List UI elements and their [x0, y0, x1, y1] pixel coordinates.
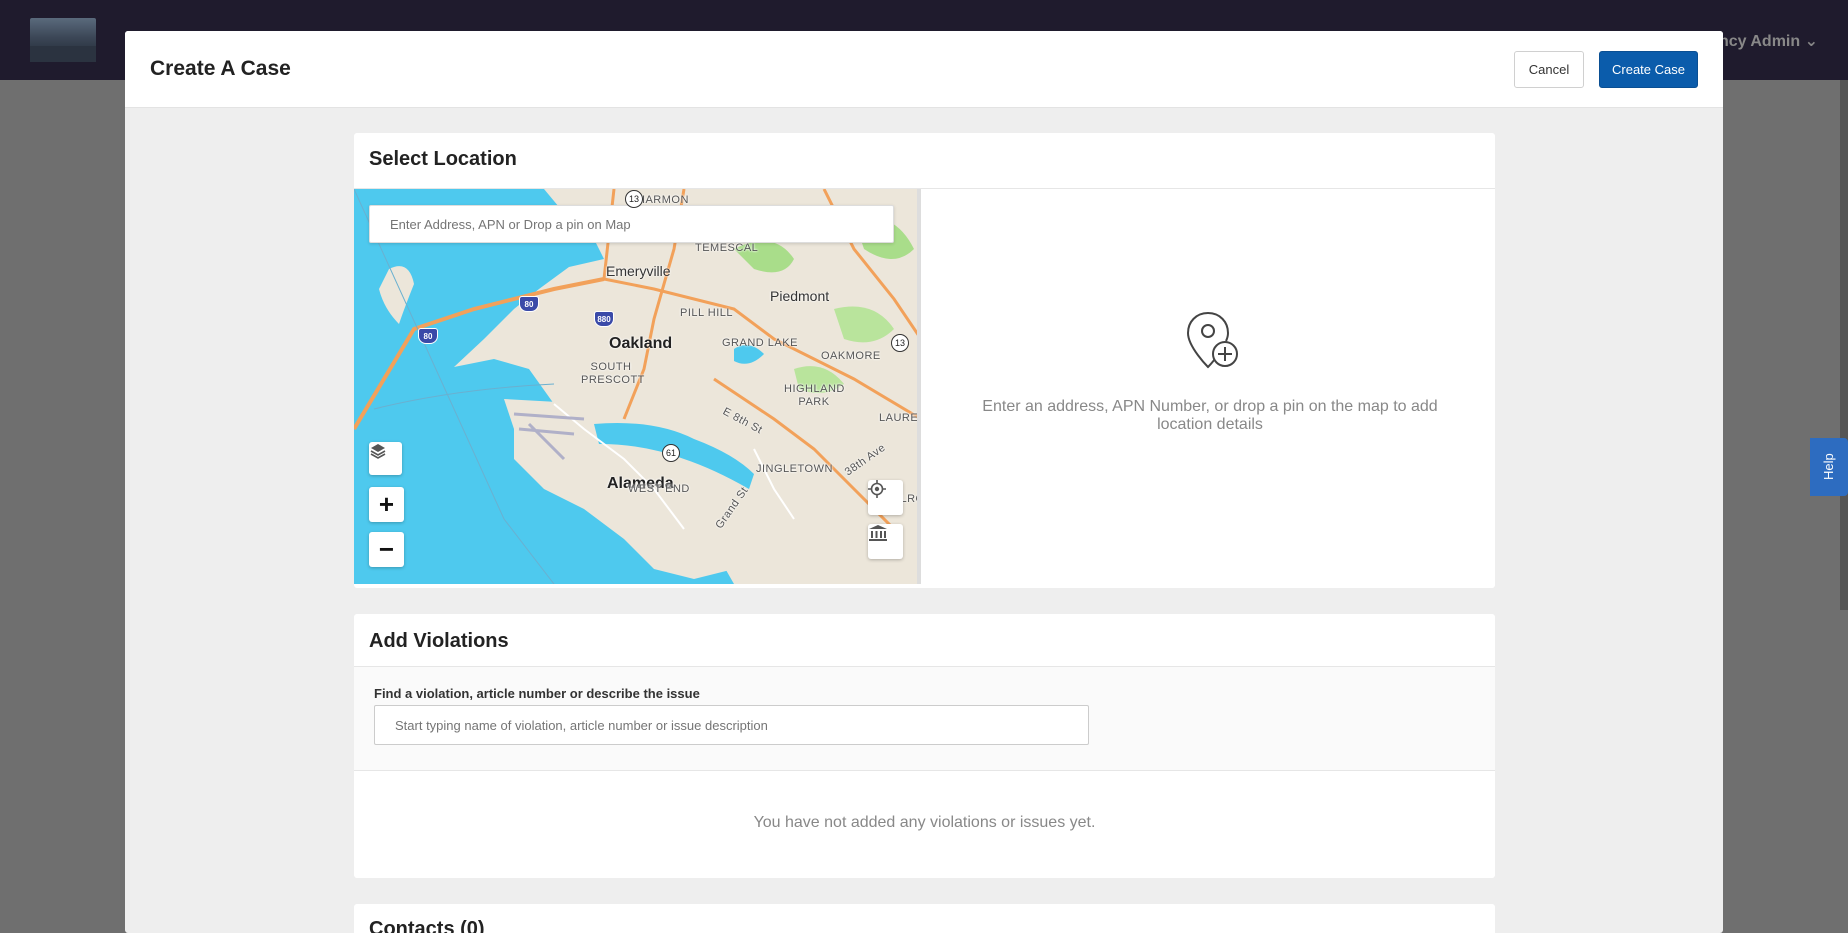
contacts-card: Contacts (0) — [354, 904, 1495, 933]
highway-shield: 80 — [418, 328, 438, 344]
my-location-button[interactable] — [868, 480, 903, 515]
add-location-pin-icon — [1186, 312, 1238, 369]
violation-search-input[interactable] — [374, 705, 1089, 745]
map-place-label: Oakland — [609, 335, 673, 352]
location-empty-message: Enter an address, APN Number, or drop a … — [982, 398, 1438, 433]
map-neighborhood-label: PILL HILL — [680, 307, 734, 319]
map-neighborhood-label: SOUTH PRESCOTT — [581, 361, 645, 386]
map-place-label: Emeryville — [606, 263, 671, 279]
layers-icon — [370, 444, 386, 459]
select-location-card: Select Location Enter Address, APN or Dr… — [354, 133, 1495, 588]
violation-search-area: Find a violation, article number or desc… — [354, 667, 1495, 771]
violation-search-label: Find a violation, article number or desc… — [374, 686, 700, 701]
violations-empty-message: You have not added any violations or iss… — [753, 814, 1096, 831]
section-title: Add Violations — [369, 630, 509, 652]
layers-button[interactable] — [369, 442, 402, 475]
map-neighborhood-label: HIGHLAND PARK — [784, 383, 845, 408]
modal-header: Create A Case Cancel Create Case — [125, 31, 1723, 108]
route-marker: 13 — [625, 190, 643, 208]
highway-shield: 80 — [519, 296, 539, 312]
map-neighborhood-label: TEMESCAL — [695, 242, 759, 254]
building-icon — [869, 525, 887, 541]
create-case-modal: Create A Case Cancel Create Case Select … — [125, 31, 1723, 933]
section-title: Contacts (0) — [369, 918, 485, 933]
location-map[interactable]: Alameda Oakland Emeryville Piedmont HARM… — [354, 189, 921, 584]
crosshair-icon — [868, 480, 886, 498]
zoom-out-button[interactable]: − — [369, 532, 404, 567]
section-title: Select Location — [369, 148, 517, 170]
route-marker: 13 — [891, 334, 909, 352]
app-logo[interactable] — [30, 18, 96, 62]
add-violations-header: Add Violations — [354, 614, 1495, 667]
page-scrollbar[interactable] — [1840, 80, 1848, 610]
user-menu-label: ency Admin — [1710, 33, 1801, 50]
add-violations-card: Add Violations Find a violation, article… — [354, 614, 1495, 878]
map-neighborhood-label: GRAND LAKE — [722, 337, 798, 349]
map-neighborhood-label: OAKMORE — [821, 350, 881, 362]
parcel-button[interactable] — [868, 524, 903, 559]
location-details-panel: Enter an address, APN Number, or drop a … — [925, 189, 1495, 588]
map-neighborhood-label: HARMON — [637, 194, 689, 206]
map-neighborhood-label: LAUREL — [879, 412, 921, 424]
zoom-in-button[interactable]: + — [369, 487, 404, 522]
highway-shield: 880 — [594, 311, 614, 327]
create-case-button[interactable]: Create Case — [1599, 51, 1698, 88]
select-location-header: Select Location — [354, 133, 1495, 189]
address-search-input[interactable] — [369, 205, 894, 243]
cancel-button[interactable]: Cancel — [1514, 51, 1584, 88]
route-marker: 61 — [662, 444, 680, 462]
map-place-label: Piedmont — [770, 288, 830, 304]
help-tab[interactable]: Help — [1810, 438, 1848, 496]
user-menu[interactable]: ency Admin ⌄ — [1710, 31, 1818, 51]
map-neighborhood-label: JINGLETOWN — [756, 463, 833, 475]
chevron-down-icon: ⌄ — [1804, 33, 1818, 50]
map-neighborhood-label: WEST END — [628, 483, 690, 495]
modal-title: Create A Case — [150, 57, 291, 80]
